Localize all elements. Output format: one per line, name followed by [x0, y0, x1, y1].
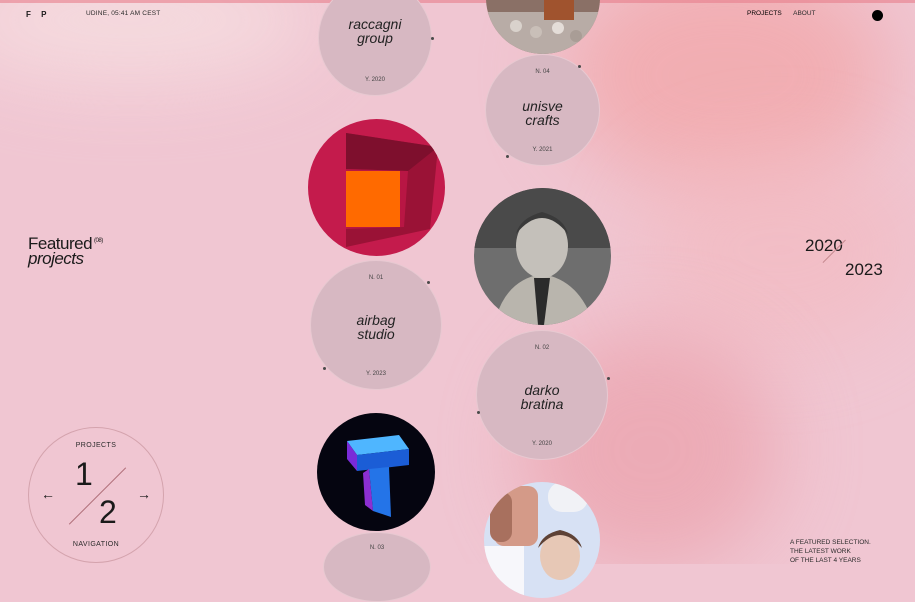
year-range: 2020 2023: [805, 236, 885, 280]
project-card-darko[interactable]: N. 02 darko bratina Y. 2020: [476, 330, 610, 460]
project-year: Y. 2023: [366, 371, 386, 377]
project-card-unisve[interactable]: N. 04 unisve crafts Y. 2021: [485, 54, 600, 166]
year-to: 2023: [845, 260, 883, 279]
portrait-photo-icon: [474, 188, 611, 325]
project-year: Y. 2020: [532, 441, 552, 447]
darko-bratina-portrait[interactable]: [474, 188, 611, 325]
project-title: darko bratina: [520, 382, 564, 412]
project-title: unisve crafts: [522, 98, 563, 128]
page-title: Featured (08) projects: [28, 235, 103, 268]
airbag-studio-image[interactable]: [308, 119, 445, 256]
current-page: 1: [75, 456, 93, 492]
project-card-airbag[interactable]: N. 01 airbag studio Y. 2023: [310, 260, 442, 390]
project-navigation: PROJECTS ← 1 2 → NAVIGATION: [28, 427, 164, 563]
project-card-raccagni[interactable]: raccagni group Y. 2020: [318, 0, 434, 96]
project-number: N. 02: [534, 345, 550, 351]
project-number: N. 03: [369, 545, 385, 551]
logo[interactable]: F P: [26, 10, 50, 19]
project-card-n03[interactable]: N. 03: [323, 532, 431, 602]
project-number: N. 01: [368, 275, 384, 281]
top-accent-line: [0, 0, 915, 3]
project-year: Y. 2020: [365, 77, 385, 83]
title-projects: projects: [28, 249, 84, 268]
t-logo-image[interactable]: [317, 413, 435, 531]
nav-label-projects: PROJECTS: [75, 442, 117, 449]
next-project-image[interactable]: [484, 482, 600, 598]
arrow-right-icon[interactable]: →: [137, 486, 151, 502]
nav-label-navigation: NAVIGATION: [72, 541, 120, 548]
location-time: UDINE, 05:41 AM CEST: [86, 10, 161, 17]
project-title: airbag studio: [356, 312, 396, 342]
footer-note: A FEATURED SELECTION. THE LATEST WORK OF…: [790, 539, 871, 564]
top-nav: PROJECTS ABOUT: [747, 10, 826, 17]
menu-dot-button[interactable]: [872, 10, 883, 21]
nav-about[interactable]: ABOUT: [793, 10, 815, 17]
arrow-left-icon[interactable]: ←: [41, 486, 55, 502]
blue-t-icon: [317, 413, 435, 531]
project-title: raccagni group: [348, 16, 402, 46]
project-count: (08): [94, 238, 103, 244]
orange-cube-icon: [308, 119, 445, 256]
collage-photo-icon: [484, 482, 600, 598]
total-pages: 2: [99, 494, 117, 530]
project-number: N. 04: [535, 69, 550, 75]
project-year: Y. 2021: [532, 147, 553, 153]
nav-projects[interactable]: PROJECTS: [747, 10, 782, 17]
